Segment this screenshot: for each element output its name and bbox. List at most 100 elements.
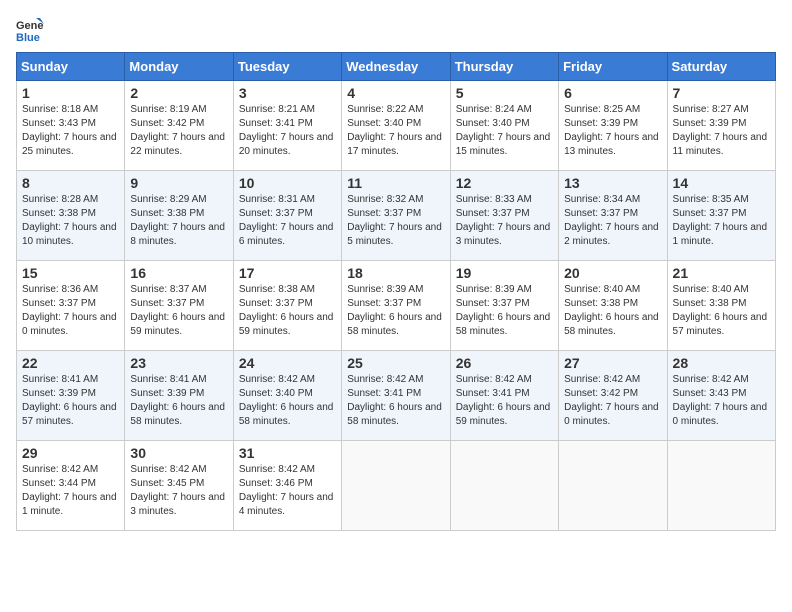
day-number: 29 — [22, 445, 119, 461]
day-info: Sunrise: 8:21 AMSunset: 3:41 PMDaylight:… — [239, 103, 336, 159]
day-number: 31 — [239, 445, 336, 461]
header-day-sunday: Sunday — [17, 53, 125, 81]
day-cell-7: 7 Sunrise: 8:27 AMSunset: 3:39 PMDaylight… — [667, 81, 775, 171]
week-row-1: 1Sunrise: 8:18 AMSunset: 3:43 PMDaylight… — [17, 81, 776, 171]
day-cell-29: 29 Sunrise: 8:42 AMSunset: 3:44 PMDayligh… — [17, 441, 125, 531]
week-row-5: 29 Sunrise: 8:42 AMSunset: 3:44 PMDayligh… — [17, 441, 776, 531]
day-info: Sunrise: 8:42 AMSunset: 3:40 PMDaylight:… — [239, 373, 336, 429]
day-info: Sunrise: 8:40 AMSunset: 3:38 PMDaylight:… — [673, 283, 770, 339]
day-info: Sunrise: 8:37 AMSunset: 3:37 PMDaylight:… — [130, 283, 227, 339]
day-info: Sunrise: 8:31 AMSunset: 3:37 PMDaylight:… — [239, 193, 336, 249]
day-cell-14: 14 Sunrise: 8:35 AMSunset: 3:37 PMDayligh… — [667, 171, 775, 261]
day-number: 19 — [456, 265, 553, 281]
day-info: Sunrise: 8:40 AMSunset: 3:38 PMDaylight:… — [564, 283, 661, 339]
day-info: Sunrise: 8:24 AMSunset: 3:40 PMDaylight:… — [456, 103, 553, 159]
day-cell-21: 21 Sunrise: 8:40 AMSunset: 3:38 PMDayligh… — [667, 261, 775, 351]
day-cell-25: 25 Sunrise: 8:42 AMSunset: 3:41 PMDayligh… — [342, 351, 450, 441]
day-cell-10: 10 Sunrise: 8:31 AMSunset: 3:37 PMDayligh… — [233, 171, 341, 261]
day-info: Sunrise: 8:42 AMSunset: 3:41 PMDaylight:… — [456, 373, 553, 429]
day-number: 10 — [239, 175, 336, 191]
day-cell-22: 22Sunrise: 8:41 AMSunset: 3:39 PMDayligh… — [17, 351, 125, 441]
logo: General Blue — [16, 16, 48, 44]
day-info: Sunrise: 8:35 AMSunset: 3:37 PMDaylight:… — [673, 193, 770, 249]
day-number: 6 — [564, 85, 661, 101]
day-number: 17 — [239, 265, 336, 281]
day-cell-2: 2 Sunrise: 8:19 AMSunset: 3:42 PMDaylight… — [125, 81, 233, 171]
day-number: 11 — [347, 175, 444, 191]
day-cell-6: 6Sunrise: 8:25 AMSunset: 3:39 PMDaylight… — [559, 81, 667, 171]
day-info: Sunrise: 8:27 AMSunset: 3:39 PMDaylight:… — [673, 103, 770, 159]
day-cell-9: 9Sunrise: 8:29 AMSunset: 3:38 PMDaylight… — [125, 171, 233, 261]
day-cell-23: 23 Sunrise: 8:41 AMSunset: 3:39 PMDayligh… — [125, 351, 233, 441]
day-info: Sunrise: 8:32 AMSunset: 3:37 PMDaylight:… — [347, 193, 444, 249]
day-cell-5: 5Sunrise: 8:24 AMSunset: 3:40 PMDaylight… — [450, 81, 558, 171]
day-number: 13 — [564, 175, 661, 191]
day-cell-19: 19Sunrise: 8:39 AMSunset: 3:37 PMDayligh… — [450, 261, 558, 351]
day-number: 24 — [239, 355, 336, 371]
day-cell-13: 13 Sunrise: 8:34 AMSunset: 3:37 PMDayligh… — [559, 171, 667, 261]
day-cell-26: 26Sunrise: 8:42 AMSunset: 3:41 PMDayligh… — [450, 351, 558, 441]
day-number: 12 — [456, 175, 553, 191]
day-cell-20: 20 Sunrise: 8:40 AMSunset: 3:38 PMDayligh… — [559, 261, 667, 351]
day-cell-1: 1Sunrise: 8:18 AMSunset: 3:43 PMDaylight… — [17, 81, 125, 171]
day-info: Sunrise: 8:33 AMSunset: 3:37 PMDaylight:… — [456, 193, 553, 249]
day-cell-28: 28Sunrise: 8:42 AMSunset: 3:43 PMDayligh… — [667, 351, 775, 441]
day-cell-31: 31Sunrise: 8:42 AMSunset: 3:46 PMDayligh… — [233, 441, 341, 531]
day-number: 1 — [22, 85, 119, 101]
day-number: 7 — [673, 85, 770, 101]
day-number: 14 — [673, 175, 770, 191]
day-cell-18: 18Sunrise: 8:39 AMSunset: 3:37 PMDayligh… — [342, 261, 450, 351]
day-cell-16: 16 Sunrise: 8:37 AMSunset: 3:37 PMDayligh… — [125, 261, 233, 351]
day-number: 15 — [22, 265, 119, 281]
empty-cell — [667, 441, 775, 531]
day-info: Sunrise: 8:42 AMSunset: 3:45 PMDaylight:… — [130, 463, 227, 519]
day-cell-30: 30 Sunrise: 8:42 AMSunset: 3:45 PMDayligh… — [125, 441, 233, 531]
day-number: 9 — [130, 175, 227, 191]
day-cell-24: 24 Sunrise: 8:42 AMSunset: 3:40 PMDayligh… — [233, 351, 341, 441]
header-row: SundayMondayTuesdayWednesdayThursdayFrid… — [17, 53, 776, 81]
day-cell-3: 3 Sunrise: 8:21 AMSunset: 3:41 PMDaylight… — [233, 81, 341, 171]
day-number: 30 — [130, 445, 227, 461]
week-row-3: 15 Sunrise: 8:36 AMSunset: 3:37 PMDayligh… — [17, 261, 776, 351]
empty-cell — [559, 441, 667, 531]
day-info: Sunrise: 8:22 AMSunset: 3:40 PMDaylight:… — [347, 103, 444, 159]
day-cell-27: 27 Sunrise: 8:42 AMSunset: 3:42 PMDayligh… — [559, 351, 667, 441]
day-cell-12: 12 Sunrise: 8:33 AMSunset: 3:37 PMDayligh… — [450, 171, 558, 261]
empty-cell — [342, 441, 450, 531]
day-number: 2 — [130, 85, 227, 101]
day-number: 20 — [564, 265, 661, 281]
day-number: 16 — [130, 265, 227, 281]
header-day-tuesday: Tuesday — [233, 53, 341, 81]
day-info: Sunrise: 8:41 AMSunset: 3:39 PMDaylight:… — [130, 373, 227, 429]
week-row-2: 8 Sunrise: 8:28 AMSunset: 3:38 PMDaylight… — [17, 171, 776, 261]
header-day-monday: Monday — [125, 53, 233, 81]
day-info: Sunrise: 8:28 AMSunset: 3:38 PMDaylight:… — [22, 193, 119, 249]
week-row-4: 22 Sunrise: 8:41 AMSunset: 3:39 PMDayligh… — [17, 351, 776, 441]
day-info: Sunrise: 8:38 AMSunset: 3:37 PMDaylight:… — [239, 283, 336, 339]
day-number: 28 — [673, 355, 770, 371]
day-number: 8 — [22, 175, 119, 191]
day-number: 23 — [130, 355, 227, 371]
day-number: 3 — [239, 85, 336, 101]
header-day-wednesday: Wednesday — [342, 53, 450, 81]
day-cell-17: 17 Sunrise: 8:38 AMSunset: 3:37 PMDayligh… — [233, 261, 341, 351]
day-number: 25 — [347, 355, 444, 371]
day-info: Sunrise: 8:42 AMSunset: 3:41 PMDaylight:… — [347, 373, 444, 429]
header-day-friday: Friday — [559, 53, 667, 81]
day-number: 21 — [673, 265, 770, 281]
day-info: Sunrise: 8:42 AMSunset: 3:44 PMDaylight:… — [22, 463, 119, 519]
day-cell-8: 8 Sunrise: 8:28 AMSunset: 3:38 PMDaylight… — [17, 171, 125, 261]
header-day-thursday: Thursday — [450, 53, 558, 81]
logo-icon: General Blue — [16, 16, 44, 44]
day-info: Sunrise: 8:36 AMSunset: 3:37 PMDaylight:… — [22, 283, 119, 339]
day-cell-15: 15 Sunrise: 8:36 AMSunset: 3:37 PMDayligh… — [17, 261, 125, 351]
day-info: Sunrise: 8:19 AMSunset: 3:42 PMDaylight:… — [130, 103, 227, 159]
empty-cell — [450, 441, 558, 531]
day-info: Sunrise: 8:42 AMSunset: 3:42 PMDaylight:… — [564, 373, 661, 429]
day-info: Sunrise: 8:34 AMSunset: 3:37 PMDaylight:… — [564, 193, 661, 249]
day-number: 27 — [564, 355, 661, 371]
day-number: 22 — [22, 355, 119, 371]
day-cell-4: 4 Sunrise: 8:22 AMSunset: 3:40 PMDaylight… — [342, 81, 450, 171]
calendar-table: SundayMondayTuesdayWednesdayThursdayFrid… — [16, 52, 776, 531]
day-number: 4 — [347, 85, 444, 101]
